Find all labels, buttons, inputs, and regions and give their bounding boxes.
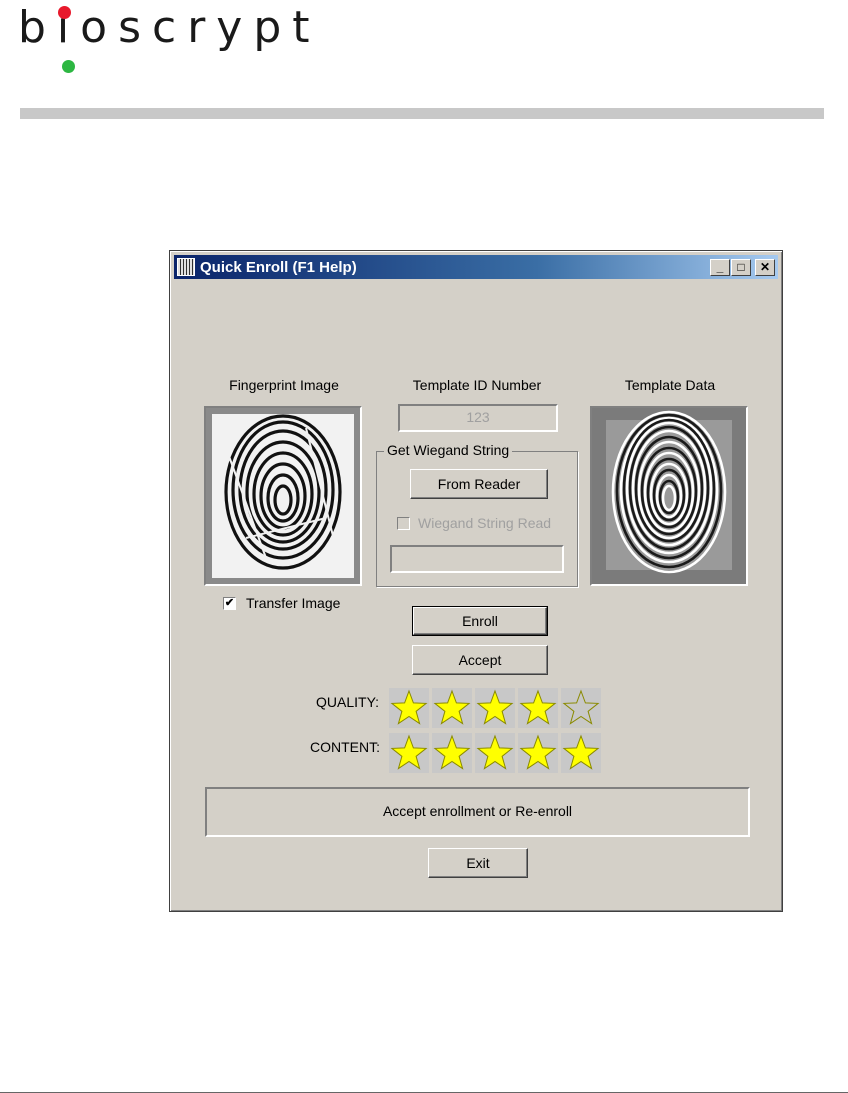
wiegand-string-read-label: Wiegand String Read	[418, 515, 552, 531]
exit-button[interactable]: Exit	[428, 848, 528, 878]
filled-star-icon	[561, 733, 601, 773]
header-rule	[20, 108, 824, 119]
fingerprint-image-label: Fingerprint Image	[229, 377, 339, 393]
status-message: Accept enrollment or Re-enroll	[205, 787, 750, 837]
filled-star-icon	[432, 688, 472, 728]
filled-star-icon	[475, 733, 515, 773]
accept-button[interactable]: Accept	[412, 645, 548, 675]
filled-star-icon	[389, 733, 429, 773]
fingerprint-image	[204, 406, 362, 586]
content-label: CONTENT:	[310, 739, 380, 755]
quality-label: QUALITY:	[316, 694, 380, 710]
template-id-field[interactable]: 123	[398, 404, 558, 432]
filled-star-icon	[475, 688, 515, 728]
from-reader-button[interactable]: From Reader	[410, 469, 548, 499]
empty-star-icon	[561, 688, 601, 728]
transfer-image-checkbox[interactable]: ✔	[223, 597, 236, 610]
filled-star-icon	[518, 688, 558, 728]
template-data-label: Template Data	[624, 377, 716, 393]
window-title: Quick Enroll (F1 Help)	[200, 259, 357, 276]
bioscrypt-logo: bioscrypt	[18, 0, 310, 80]
filled-star-icon	[518, 733, 558, 773]
filled-star-icon	[389, 688, 429, 728]
title-bar[interactable]: Quick Enroll (F1 Help) _ □ ✕	[174, 255, 778, 279]
wiegand-group-title: Get Wiegand String	[384, 442, 513, 458]
wiegand-string-read-checkbox[interactable]	[397, 517, 410, 530]
close-button[interactable]: ✕	[755, 259, 775, 276]
fingerprint-app-icon	[177, 258, 195, 276]
template-id-label: Template ID Number	[412, 377, 542, 393]
minimize-button[interactable]: _	[710, 259, 730, 276]
transfer-image-label: Transfer Image	[246, 595, 341, 611]
filled-star-icon	[432, 733, 472, 773]
template-data-image	[590, 406, 748, 586]
maximize-button[interactable]: □	[731, 259, 751, 276]
enroll-button[interactable]: Enroll	[412, 606, 548, 636]
wiegand-string-field[interactable]	[390, 545, 564, 573]
quick-enroll-window: Quick Enroll (F1 Help) _ □ ✕ Fingerprint…	[169, 250, 783, 912]
logo-green-dot	[62, 60, 75, 73]
logo-red-dot	[58, 6, 71, 19]
